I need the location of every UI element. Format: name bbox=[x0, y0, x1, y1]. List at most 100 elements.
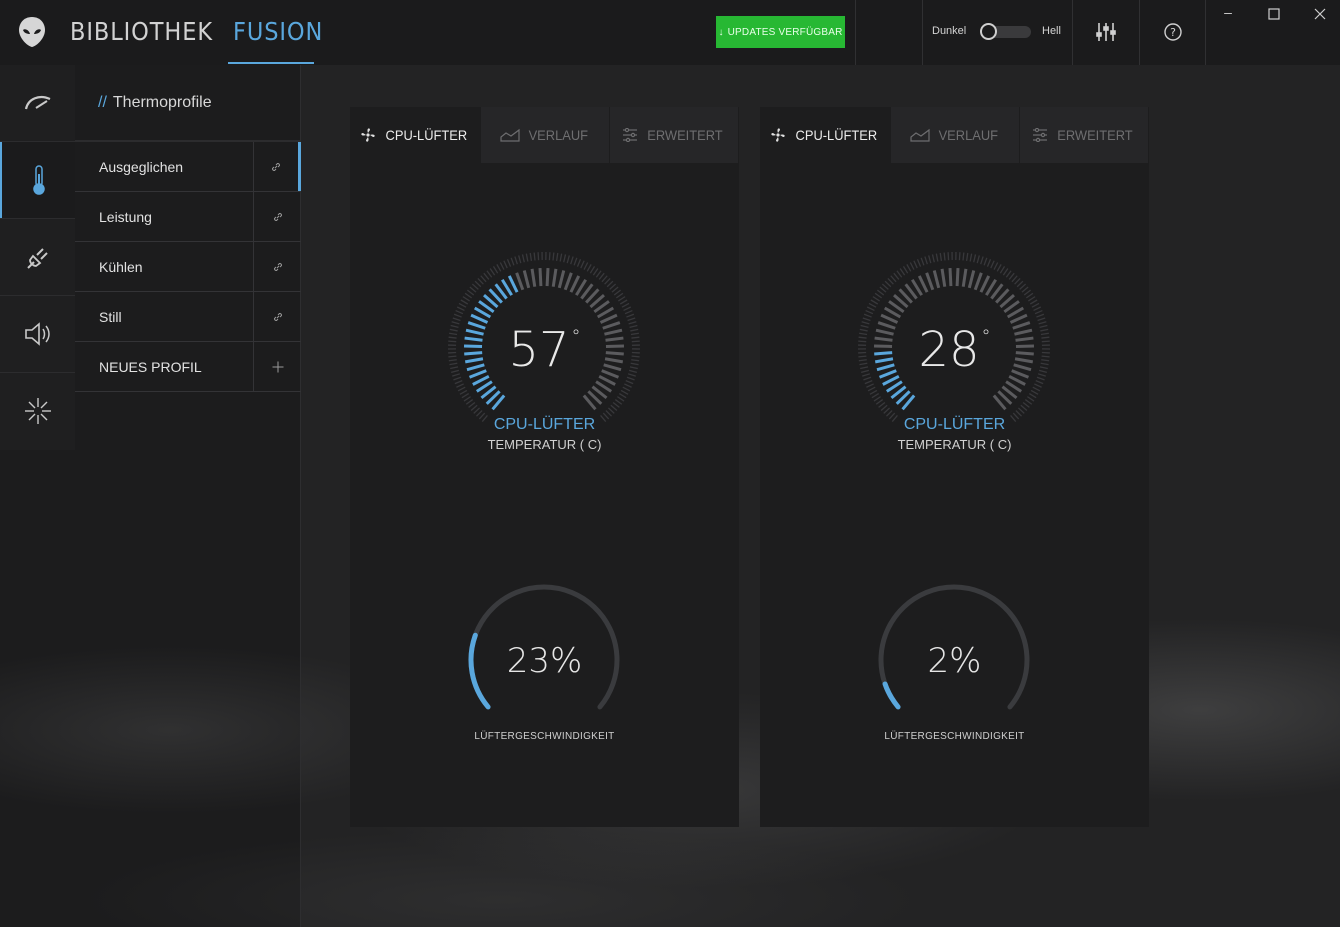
outer-ring-tick bbox=[615, 292, 624, 299]
outer-ring-tick bbox=[464, 292, 473, 299]
link-icon[interactable] bbox=[253, 292, 301, 341]
outer-ring-tick bbox=[552, 252, 555, 261]
minimize-icon[interactable]: – bbox=[1218, 4, 1238, 24]
tab-label: VERLAUF bbox=[938, 127, 998, 143]
temperature-tick bbox=[538, 268, 543, 287]
fan-speed-value: 2% bbox=[927, 641, 982, 681]
profile-item-leistung[interactable]: Leistung bbox=[75, 192, 301, 242]
outer-ring-tick bbox=[996, 264, 1002, 272]
outer-ring-tick bbox=[874, 292, 883, 299]
outer-ring-tick bbox=[879, 286, 887, 293]
updates-available-label: UPDATES VERFÜGBAR bbox=[727, 26, 843, 38]
tab-advanced[interactable]: ERWEITERT bbox=[1020, 107, 1149, 163]
plus-icon[interactable] bbox=[253, 342, 301, 391]
rail-item-thermal[interactable] bbox=[0, 142, 75, 218]
outer-ring-tick bbox=[866, 383, 874, 388]
tab-history[interactable]: VERLAUF bbox=[891, 107, 1020, 163]
gauge-graphics bbox=[447, 252, 641, 710]
outer-ring-tick bbox=[864, 380, 873, 385]
outer-ring-tick bbox=[510, 257, 515, 266]
toggle-knob[interactable] bbox=[980, 23, 997, 40]
temperature-tick bbox=[940, 268, 947, 287]
temperature-tick bbox=[563, 272, 573, 291]
profile-item-ausgeglichen[interactable]: Ausgeglichen bbox=[75, 142, 301, 192]
profile-item-still[interactable]: Still bbox=[75, 292, 301, 342]
speaker-icon bbox=[24, 322, 50, 346]
outer-ring-tick bbox=[1002, 268, 1009, 276]
outer-ring-tick bbox=[606, 280, 614, 288]
alien-logo-icon bbox=[19, 17, 45, 47]
tab-bibliothek[interactable]: BIBLIOTHEK bbox=[70, 0, 213, 65]
profile-item-kuehlen[interactable]: Kühlen bbox=[75, 242, 301, 292]
rail-item-lighting[interactable] bbox=[0, 373, 75, 449]
outer-ring-tick bbox=[456, 383, 464, 388]
outer-ring-tick bbox=[935, 253, 939, 262]
link-icon[interactable] bbox=[253, 242, 301, 291]
temperature-value: 28 ° bbox=[918, 322, 991, 378]
outer-ring-tick bbox=[943, 252, 946, 261]
outer-ring-tick bbox=[521, 254, 525, 263]
temperature-tick bbox=[530, 268, 537, 287]
outer-ring-tick bbox=[586, 264, 592, 272]
rail-item-audio[interactable] bbox=[0, 296, 75, 372]
help-icon[interactable]: ? bbox=[1161, 20, 1185, 44]
rail-item-power[interactable] bbox=[0, 219, 75, 295]
link-icon[interactable] bbox=[253, 142, 301, 191]
outer-ring-tick bbox=[1023, 289, 1032, 296]
close-icon[interactable] bbox=[1310, 4, 1330, 24]
temperature-tick bbox=[961, 268, 968, 287]
outer-ring-tick bbox=[872, 296, 881, 302]
profile-label: Ausgeglichen bbox=[99, 159, 184, 175]
power-plug-icon bbox=[26, 248, 48, 269]
top-bar: BIBLIOTHEK FUSION ↓ UPDATES VERFÜGBAR Du… bbox=[0, 0, 1340, 65]
outer-ring-tick bbox=[939, 252, 943, 262]
divider bbox=[922, 0, 923, 65]
outer-ring-tick bbox=[878, 401, 886, 408]
tab-label: ERWEITERT bbox=[647, 127, 723, 143]
outer-ring-tick bbox=[906, 264, 912, 272]
profile-item-new[interactable]: NEUES PROFIL bbox=[75, 342, 301, 392]
outer-ring-tick bbox=[625, 380, 634, 385]
outer-ring-tick bbox=[862, 317, 871, 322]
outer-ring-tick bbox=[870, 299, 879, 305]
panel-title-label: Thermoprofile bbox=[112, 94, 212, 111]
updates-available-button[interactable]: ↓ UPDATES VERFÜGBAR bbox=[716, 16, 845, 48]
outer-ring-tick bbox=[1028, 392, 1037, 399]
tab-cpu-fan[interactable]: CPU-LÜFTER bbox=[760, 107, 891, 163]
outer-ring-tick bbox=[980, 256, 984, 265]
outer-ring-tick bbox=[489, 268, 496, 276]
speedometer-icon bbox=[24, 95, 50, 110]
outer-ring-tick bbox=[986, 258, 992, 267]
sliders-icon bbox=[623, 128, 638, 142]
outer-ring-tick bbox=[459, 389, 468, 395]
outer-ring-tick bbox=[983, 257, 988, 266]
link-icon[interactable] bbox=[253, 192, 301, 241]
outer-ring-tick bbox=[1011, 275, 1018, 283]
temperature-tick bbox=[979, 275, 991, 293]
tab-history[interactable]: VERLAUF bbox=[481, 107, 610, 163]
outer-ring-tick bbox=[465, 399, 474, 405]
outer-ring-tick bbox=[477, 277, 484, 285]
thermal-profile-panel: // Thermoprofile Ausgeglichen Leistung Kü… bbox=[75, 65, 301, 927]
outer-ring-tick bbox=[473, 407, 481, 414]
outer-ring-tick bbox=[613, 289, 622, 296]
outer-ring-tick bbox=[1031, 302, 1040, 308]
outer-ring-tick bbox=[1027, 296, 1036, 302]
outer-ring-tick bbox=[619, 299, 628, 305]
alienfx-burst-icon bbox=[24, 398, 51, 424]
temperature-tick bbox=[967, 270, 976, 289]
outer-ring-tick bbox=[555, 252, 559, 262]
fan-icon bbox=[360, 128, 375, 142]
tab-fusion[interactable]: FUSION bbox=[233, 0, 323, 65]
tab-advanced[interactable]: ERWEITERT bbox=[610, 107, 739, 163]
theme-toggle[interactable] bbox=[980, 23, 1031, 40]
equalizer-settings-icon[interactable] bbox=[1094, 20, 1118, 44]
maximize-icon[interactable] bbox=[1264, 4, 1284, 24]
tab-cpu-fan[interactable]: CPU-LÜFTER bbox=[350, 107, 481, 163]
outer-ring-tick bbox=[1017, 407, 1025, 414]
card-tab-bar: CPU-LÜFTER VERLAUF ERWEITERT bbox=[760, 107, 1149, 163]
outer-ring-tick bbox=[563, 254, 567, 263]
temperature-tick bbox=[948, 268, 953, 287]
rail-item-performance[interactable] bbox=[0, 65, 75, 141]
temperature-tick bbox=[569, 275, 581, 293]
